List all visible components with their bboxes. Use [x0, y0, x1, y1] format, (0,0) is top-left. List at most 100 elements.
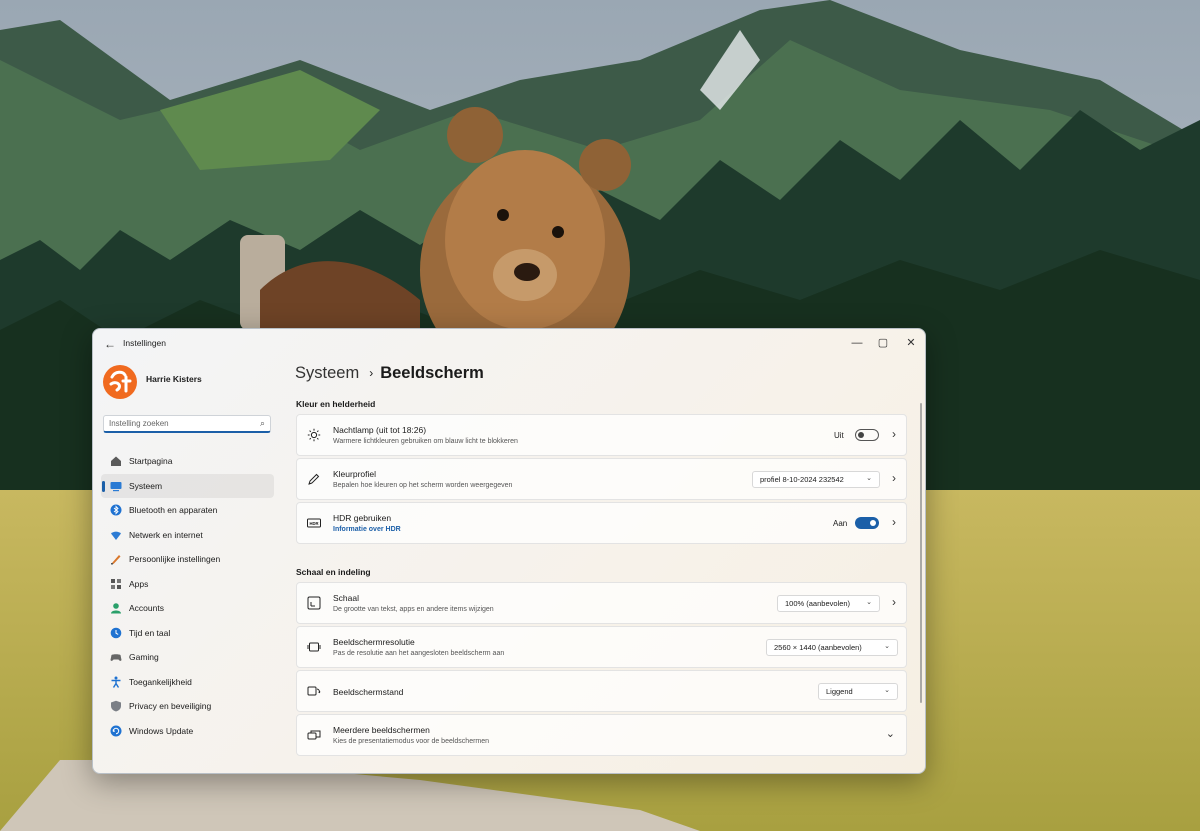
breadcrumb: Systeem › Beeldscherm	[295, 364, 484, 383]
resolution-card[interactable]: Beeldschermresolutie Pas de resolutie aa…	[296, 626, 907, 668]
accessibility-icon	[110, 676, 122, 688]
nightlight-card[interactable]: Nachtlamp (uit tot 18:26) Warmere lichtk…	[296, 414, 907, 456]
sidebar-item-label: Toegankelijkheid	[129, 676, 192, 687]
scale-card[interactable]: Schaal De grootte van tekst, apps en and…	[296, 582, 907, 624]
scale-dropdown[interactable]: 100% (aanbevolen) ⌄	[777, 595, 880, 612]
nightlight-title: Nachtlamp (uit tot 18:26)	[333, 425, 427, 435]
nightlight-state-label: Uit	[834, 431, 844, 440]
avatar[interactable]	[103, 365, 137, 399]
section-title-color: Kleur en helderheid	[296, 399, 376, 409]
sidebar-item-label: Apps	[129, 578, 149, 589]
privacy-shield-icon	[110, 700, 122, 712]
multiple-displays-card[interactable]: Meerdere beeldschermen Kies de presentat…	[296, 714, 907, 756]
back-arrow-icon[interactable]: ←	[101, 335, 119, 353]
chevron-right-icon[interactable]: ›	[892, 515, 896, 529]
windows-update-icon	[110, 725, 122, 737]
sidebar-item-label: Gaming	[129, 652, 159, 662]
sidebar-item-label: Bluetooth en apparaten	[129, 505, 218, 515]
sidebar-item-netwerk[interactable]: Netwerk en internet	[101, 523, 274, 548]
gaming-icon	[110, 651, 122, 663]
chevron-right-icon[interactable]: ›	[892, 427, 896, 441]
resolution-value: 2560 × 1440 (aanbevolen)	[774, 643, 862, 652]
title-bar: ← Instellingen — ▢ ✕	[93, 329, 925, 359]
bluetooth-icon	[110, 504, 122, 516]
chevron-down-icon: ⌄	[866, 475, 872, 482]
brightness-sun-icon	[307, 428, 321, 442]
home-icon	[110, 455, 122, 467]
maximize-button[interactable]: ▢	[869, 333, 897, 353]
colorprofile-card[interactable]: Kleurprofiel Bepalen hoe kleuren op het …	[296, 458, 907, 500]
orientation-title: Beeldschermstand	[333, 687, 404, 697]
search-box[interactable]: ⌕	[103, 415, 271, 433]
personalization-icon	[110, 553, 122, 565]
sidebar-nav: Startpagina Systeem Bluetooth en apparat…	[101, 449, 274, 743]
sidebar-item-label: Persoonlijke instellingen	[129, 554, 221, 564]
hdr-icon: HDR	[307, 516, 321, 530]
section-title-scale: Schaal en indeling	[296, 567, 371, 577]
minimize-button[interactable]: —	[843, 333, 871, 353]
network-icon	[110, 529, 122, 541]
time-language-icon	[110, 627, 122, 639]
resolution-dropdown[interactable]: 2560 × 1440 (aanbevolen) ⌄	[766, 639, 898, 656]
sidebar-item-persoonlijke-instellingen[interactable]: Persoonlijke instellingen	[101, 547, 274, 572]
resolution-icon	[307, 640, 321, 654]
sidebar-item-accounts[interactable]: Accounts	[101, 596, 274, 621]
close-button[interactable]: ✕	[897, 333, 925, 353]
sidebar-item-privacy[interactable]: Privacy en beveiliging	[101, 694, 274, 719]
apps-icon	[110, 578, 122, 590]
nightlight-toggle[interactable]	[855, 429, 879, 441]
chevron-down-icon[interactable]: ⌄	[886, 727, 895, 740]
search-icon[interactable]: ⌕	[260, 418, 265, 429]
hdr-toggle[interactable]	[855, 517, 879, 529]
hdr-card[interactable]: HDR HDR gebruiken Informatie over HDR Aa…	[296, 502, 907, 544]
sidebar-item-tijd-en-taal[interactable]: Tijd en taal	[101, 621, 274, 646]
color-pen-icon	[307, 472, 321, 486]
sidebar-item-gaming[interactable]: Gaming	[101, 645, 274, 670]
hdr-state-label: Aan	[833, 519, 848, 528]
nightlight-subtitle: Warmere lichtkleuren gebruiken om blauw …	[333, 438, 518, 445]
sidebar-item-label: Accounts	[129, 603, 164, 613]
settings-window: ← Instellingen — ▢ ✕ Harrie Kisters ⌕ St…	[92, 328, 926, 774]
resolution-title: Beeldschermresolutie	[333, 637, 415, 647]
page-title: Beeldscherm	[380, 364, 484, 382]
accounts-icon	[110, 602, 122, 614]
chevron-down-icon: ⌄	[866, 599, 872, 606]
colorprofile-dropdown[interactable]: profiel 8-10-2024 232542 ⌄	[752, 471, 880, 488]
chevron-down-icon: ⌄	[884, 687, 890, 694]
sidebar-item-label: Windows Update	[129, 725, 194, 736]
sidebar-item-startpagina[interactable]: Startpagina	[101, 449, 274, 474]
multiple-displays-icon	[307, 728, 321, 742]
breadcrumb-separator: ›	[369, 366, 374, 380]
orientation-dropdown[interactable]: Liggend ⌄	[818, 683, 898, 700]
orientation-card[interactable]: Beeldschermstand Liggend ⌄	[296, 670, 907, 712]
sidebar-item-label: Tijd en taal	[129, 627, 171, 638]
sidebar-item-toegankelijkheid[interactable]: Toegankelijkheid	[101, 670, 274, 695]
sidebar-item-systeem[interactable]: Systeem	[101, 473, 274, 498]
search-input[interactable]	[109, 419, 249, 428]
breadcrumb-parent[interactable]: Systeem	[295, 364, 359, 382]
orientation-icon	[307, 684, 321, 698]
profile-name: Harrie Kisters	[146, 374, 202, 384]
app-title: Instellingen	[123, 338, 167, 348]
sidebar-item-apps[interactable]: Apps	[101, 572, 274, 597]
scale-value: 100% (aanbevolen)	[785, 599, 851, 608]
scrollbar[interactable]	[920, 403, 922, 703]
chevron-right-icon[interactable]: ›	[892, 595, 896, 609]
avatar-logo-icon	[109, 370, 132, 393]
scale-title: Schaal	[333, 593, 359, 603]
orientation-value: Liggend	[826, 687, 853, 696]
multiple-displays-title: Meerdere beeldschermen	[333, 725, 430, 735]
sidebar-item-label: Startpagina	[129, 456, 173, 466]
chevron-right-icon[interactable]: ›	[892, 471, 896, 485]
scale-icon	[307, 596, 321, 610]
hdr-info-link[interactable]: Informatie over HDR	[333, 526, 401, 533]
hdr-title: HDR gebruiken	[333, 513, 392, 523]
sidebar-item-bluetooth[interactable]: Bluetooth en apparaten	[101, 498, 274, 523]
colorprofile-value: profiel 8-10-2024 232542	[760, 475, 844, 484]
svg-text:HDR: HDR	[309, 521, 318, 526]
sidebar-item-windows-update[interactable]: Windows Update	[101, 719, 274, 744]
chevron-down-icon: ⌄	[884, 643, 890, 650]
colorprofile-subtitle: Bepalen hoe kleuren op het scherm worden…	[333, 482, 513, 489]
resolution-subtitle: Pas de resolutie aan het aangesloten bee…	[333, 650, 505, 657]
colorprofile-title: Kleurprofiel	[333, 469, 376, 479]
